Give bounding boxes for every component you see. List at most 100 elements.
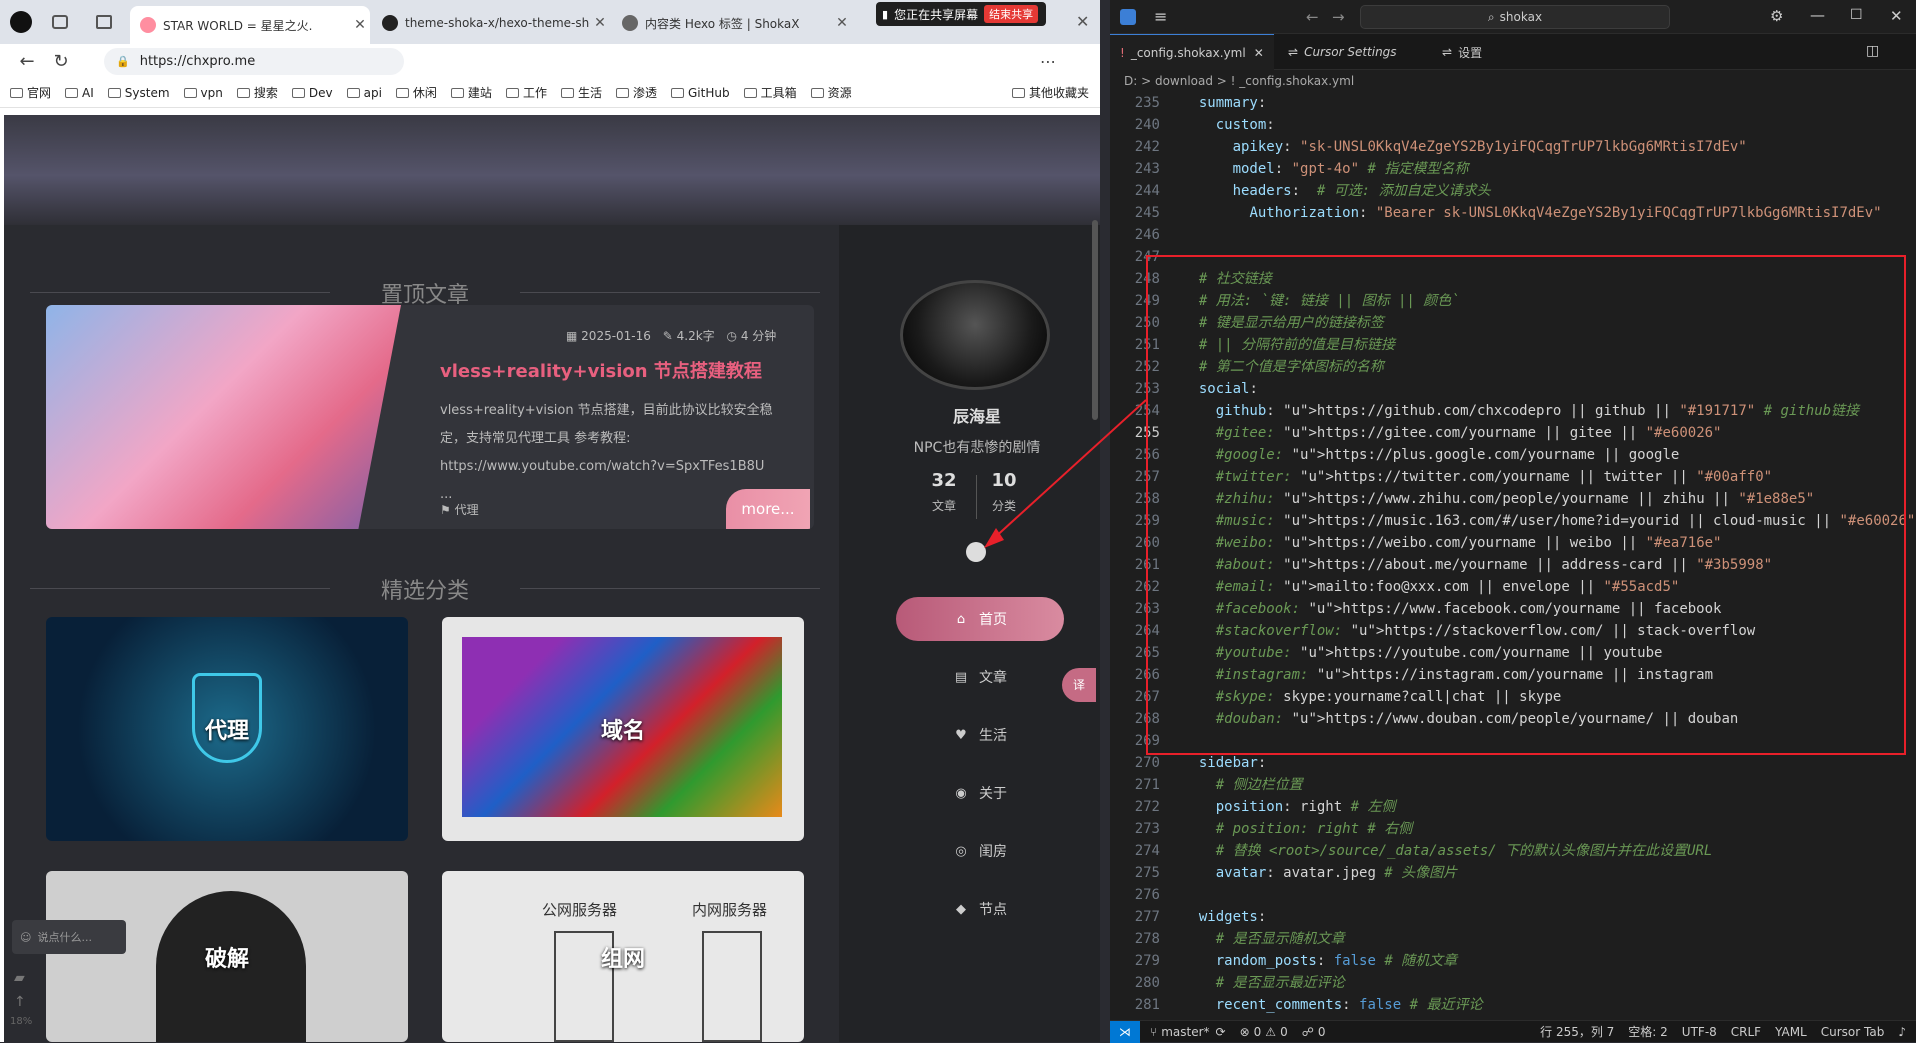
- bookmark-folder[interactable]: Dev: [291, 86, 333, 100]
- back-to-top-icon[interactable]: ↑: [14, 994, 26, 1010]
- maximize-icon[interactable]: ☐: [1850, 7, 1863, 23]
- cursor-tab[interactable]: Cursor Tab: [1821, 1025, 1885, 1039]
- language-mode[interactable]: YAML: [1775, 1025, 1807, 1039]
- bookmark-folder[interactable]: 生活: [560, 84, 602, 101]
- tab-cursor-settings[interactable]: ⇌ Cursor Settings: [1278, 34, 1428, 70]
- pinned-post-card[interactable]: ▦ 2025-01-16 ✎ 4.2k字 ◷ 4 分钟 vless+realit…: [46, 305, 814, 529]
- url-field[interactable]: 🔒 https://chxpro.me: [104, 48, 404, 75]
- code-line[interactable]: apikey: "sk-UNSL0KkqV4eZgeYS2By1yiFQCqgT…: [1182, 136, 1747, 158]
- bookmark-folder[interactable]: 资源: [810, 84, 852, 101]
- back-icon[interactable]: ←: [10, 51, 44, 72]
- tab-settings[interactable]: ⇌ 设置: [1432, 34, 1522, 70]
- menu-icon[interactable]: ≡: [1154, 7, 1167, 26]
- translate-button[interactable]: 译: [1062, 668, 1096, 702]
- menu-nodes[interactable]: ◆ 节点: [896, 887, 1064, 931]
- bell-icon[interactable]: ♪: [1898, 1025, 1906, 1039]
- menu-posts[interactable]: ▤ 文章: [896, 655, 1064, 699]
- code-line[interactable]: # 替换 <root>/source/_data/assets/ 下的默认头像图…: [1182, 840, 1713, 862]
- bookmark-other-folder[interactable]: 其他收藏夹: [1012, 84, 1089, 101]
- code-line[interactable]: avatar: avatar.jpeg # 头像图片: [1182, 862, 1457, 884]
- line-ending[interactable]: CRLF: [1731, 1025, 1761, 1039]
- code-line[interactable]: summary:: [1182, 92, 1266, 114]
- bookmark-github[interactable]: GitHub: [670, 86, 730, 100]
- bookmark-folder[interactable]: System: [107, 86, 170, 100]
- sync-icon[interactable]: ⟳: [1216, 1025, 1226, 1039]
- encoding[interactable]: UTF-8: [1682, 1025, 1717, 1039]
- code-line[interactable]: model: "gpt-4o" # 指定模型名称: [1182, 158, 1469, 180]
- code-line[interactable]: # 是否显示最近评论: [1182, 972, 1345, 994]
- address-bar: ← ↻ 🔒 https://chxpro.me ⋯: [0, 44, 1100, 78]
- remote-icon[interactable]: ⋊: [1110, 1020, 1140, 1043]
- breadcrumb[interactable]: D: > download > ! _config.shokax.yml: [1110, 70, 1916, 92]
- category-card-network[interactable]: 公网服务器 内网服务器 组网: [442, 871, 804, 1042]
- bookmark-folder[interactable]: 建站: [450, 84, 492, 101]
- line-number: 278: [1134, 931, 1160, 947]
- browser-profile-avatar[interactable]: [10, 11, 32, 33]
- stat-categories[interactable]: 10 分类: [974, 470, 1034, 514]
- close-tab-icon[interactable]: ✕: [832, 15, 852, 31]
- branch-name[interactable]: master*: [1161, 1025, 1209, 1039]
- code-line[interactable]: headers: # 可选: 添加自定义请求头: [1182, 180, 1491, 202]
- avatar[interactable]: [900, 280, 1050, 390]
- nav-forward-icon[interactable]: →: [1332, 8, 1345, 26]
- close-tab-icon[interactable]: ✕: [1254, 46, 1264, 60]
- code-line[interactable]: # 是否显示随机文章: [1182, 928, 1345, 950]
- code-line[interactable]: Authorization: "Bearer sk-UNSL0KkqV4eZge…: [1182, 202, 1881, 224]
- chat-input[interactable]: ☺ 说点什么...: [12, 920, 126, 954]
- bookmark-folder[interactable]: 休闲: [395, 84, 437, 101]
- code-line[interactable]: recent_comments: false # 最近评论: [1182, 994, 1483, 1016]
- bookmark-folder[interactable]: AI: [65, 86, 94, 100]
- code-line[interactable]: custom:: [1182, 114, 1275, 136]
- bookmark-folder[interactable]: 官网: [10, 84, 51, 101]
- category-card-proxy[interactable]: 代理: [46, 617, 408, 841]
- post-cover-image[interactable]: [46, 305, 401, 529]
- menu-home[interactable]: ⌂ 首页: [896, 597, 1064, 641]
- bookmark-folder[interactable]: 搜索: [236, 84, 278, 101]
- stop-share-button[interactable]: 结束共享: [984, 5, 1039, 23]
- command-search-box[interactable]: ⌕ shokax: [1360, 5, 1670, 29]
- settings-gear-icon[interactable]: ⚙: [1770, 7, 1783, 25]
- tab-shokax-docs[interactable]: 内容类 Hexo 标签 | ShokaX ✕: [612, 8, 852, 38]
- menu-room[interactable]: ◎ 闺房: [896, 829, 1064, 873]
- extensions-icon[interactable]: ⋯: [1040, 52, 1056, 71]
- post-title[interactable]: vless+reality+vision 节点搭建教程: [440, 357, 762, 383]
- code-line[interactable]: position: right # 左侧: [1182, 796, 1396, 818]
- close-window-icon[interactable]: ✕: [1076, 12, 1089, 31]
- code-line[interactable]: # 侧边栏位置: [1182, 774, 1303, 796]
- bookmark-folder[interactable]: vpn: [183, 86, 223, 100]
- split-editor-icon[interactable]: ◫: [1866, 43, 1879, 59]
- vertical-tabs-icon[interactable]: [96, 15, 112, 29]
- folder-icon: [505, 87, 519, 98]
- category-card-crack[interactable]: 破解: [46, 871, 408, 1042]
- cursor-position[interactable]: 行 255，列 7: [1540, 1023, 1614, 1040]
- bookmark-folder[interactable]: 工具箱: [743, 84, 797, 101]
- folder-icon: [450, 87, 464, 98]
- github-icon[interactable]: [966, 542, 986, 562]
- code-line[interactable]: # position: right # 右侧: [1182, 818, 1413, 840]
- code-line[interactable]: random_posts: false # 随机文章: [1182, 950, 1457, 972]
- more-button[interactable]: more...: [726, 489, 810, 529]
- page-scrollbar[interactable]: [1092, 220, 1098, 420]
- bookmark-folder[interactable]: api: [346, 86, 382, 100]
- tab-chxpro[interactable]: STAR WORLD = 星星之火. ✕: [130, 6, 370, 44]
- workspaces-icon[interactable]: [52, 15, 68, 29]
- tab-config-file[interactable]: ! _config.shokax.yml ✕: [1110, 34, 1274, 70]
- category-card-domain[interactable]: 域名: [442, 617, 804, 841]
- code-line[interactable]: sidebar:: [1182, 752, 1266, 774]
- bookmark-folder[interactable]: 渗透: [615, 84, 657, 101]
- stat-posts[interactable]: 32 文章: [914, 470, 974, 514]
- tab-github[interactable]: theme-shoka-x/hexo-theme-shoka ✕: [372, 8, 610, 38]
- refresh-icon[interactable]: ↻: [44, 51, 78, 72]
- close-tab-icon[interactable]: ✕: [350, 17, 370, 33]
- close-tab-icon[interactable]: ✕: [590, 15, 610, 31]
- nav-back-icon[interactable]: ←: [1306, 8, 1319, 26]
- menu-life[interactable]: ♥ 生活: [896, 713, 1064, 757]
- bookmark-folder[interactable]: 工作: [505, 84, 547, 101]
- comment-icon[interactable]: ▰: [14, 970, 25, 986]
- code-line[interactable]: widgets:: [1182, 906, 1266, 928]
- menu-about[interactable]: ◉ 关于: [896, 771, 1064, 815]
- indent-setting[interactable]: 空格: 2: [1628, 1023, 1668, 1040]
- post-category[interactable]: ⚑ 代理: [440, 501, 479, 518]
- minimize-icon[interactable]: —: [1810, 6, 1825, 24]
- close-window-icon[interactable]: ✕: [1890, 7, 1903, 25]
